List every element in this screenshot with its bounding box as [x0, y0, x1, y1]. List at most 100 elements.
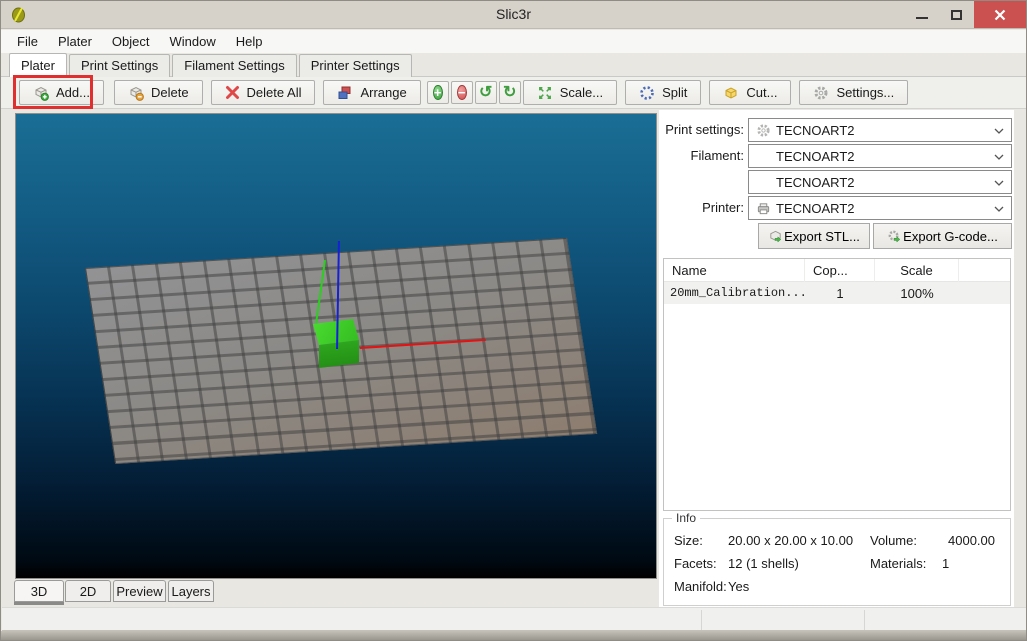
object-scale-cell: 100%	[900, 285, 934, 301]
facets-value: 12 (1 shells)	[728, 556, 799, 571]
status-bar-divider	[864, 610, 865, 630]
scale-icon	[538, 86, 551, 99]
facets-label: Facets:	[674, 556, 717, 571]
scale-button[interactable]: Scale...	[522, 80, 618, 105]
menu-object[interactable]: Object	[102, 32, 160, 51]
tab-filament-settings[interactable]: Filament Settings	[172, 54, 297, 77]
materials-value: 1	[942, 556, 950, 571]
delete-all-icon	[225, 86, 239, 99]
printer-icon	[754, 201, 772, 216]
split-button[interactable]: Split	[625, 80, 702, 105]
cut-icon	[725, 86, 737, 99]
tab-print-settings[interactable]: Print Settings	[68, 54, 171, 77]
add-object-icon	[35, 86, 49, 101]
rotate-ccw-button[interactable]: ↺	[474, 81, 497, 104]
chevron-down-icon	[994, 154, 1004, 160]
tab-plater[interactable]: Plater	[9, 53, 67, 77]
volume-value: 4000.00	[948, 533, 995, 548]
delete-all-button-label: Delete All	[246, 85, 302, 100]
scale-button-label: Scale...	[559, 85, 604, 100]
printer-value: TECNOART2	[776, 200, 855, 216]
minimize-button[interactable]	[904, 1, 939, 28]
split-icon	[640, 85, 654, 100]
materials-label: Materials:	[870, 556, 927, 571]
manifold-value: Yes	[728, 579, 750, 594]
manifold-label: Manifold:	[674, 579, 727, 594]
menu-file[interactable]: File	[7, 32, 48, 51]
viewport-3d[interactable]	[15, 113, 657, 579]
print-settings-row: Print settings: TECNOART2	[659, 118, 1014, 142]
active-view-tab-indicator	[14, 602, 64, 605]
maximize-icon	[951, 9, 962, 20]
filament-row-2: TECNOART2	[659, 170, 1014, 194]
settings-button[interactable]: Settings...	[799, 80, 909, 105]
settings-tabs: Plater Print Settings Filament Settings …	[9, 53, 414, 77]
printer-label: Printer:	[702, 200, 744, 215]
delete-object-icon	[130, 86, 144, 101]
tab-2d[interactable]: 2D	[65, 580, 111, 602]
size-label: Size:	[674, 533, 703, 548]
export-gcode-label: Export G-code...	[903, 228, 998, 244]
tab-layers[interactable]: Layers	[168, 580, 214, 602]
delete-button[interactable]: Delete	[113, 80, 203, 105]
filament-value-1: TECNOART2	[776, 148, 855, 164]
right-panel: Print settings: TECNOART2 Filament: TECN…	[659, 110, 1014, 607]
export-stl-icon	[770, 230, 782, 242]
app-window: Slic3r File Plater Object Window Help Pl…	[0, 0, 1027, 641]
increase-copies-button[interactable]: +	[426, 81, 449, 104]
rotate-cw-button[interactable]: ↻	[498, 81, 521, 104]
rotate-cw-icon: ↻	[503, 83, 517, 101]
gear-icon	[754, 123, 772, 138]
filament-label: Filament:	[690, 148, 744, 163]
filament-dropdown-2[interactable]: TECNOART2	[748, 170, 1012, 194]
export-gcode-button[interactable]: Export G-code...	[873, 223, 1012, 249]
menu-window[interactable]: Window	[160, 32, 226, 51]
window-title: Slic3r	[495, 6, 531, 22]
delete-all-button[interactable]: Delete All	[210, 80, 316, 105]
close-button[interactable]	[974, 1, 1026, 28]
arrange-button[interactable]: Arrange	[323, 80, 421, 105]
export-stl-button[interactable]: Export STL...	[758, 223, 870, 249]
table-row[interactable]: 20mm_Calibration... 1 100%	[664, 282, 1010, 304]
cut-button[interactable]: Cut...	[709, 80, 792, 105]
filament-dropdown-1[interactable]: TECNOART2	[748, 144, 1012, 168]
filament-value-2: TECNOART2	[776, 174, 855, 190]
chevron-down-icon	[994, 128, 1004, 134]
add-button[interactable]: Add...	[19, 80, 104, 105]
tab-3d[interactable]: 3D	[14, 580, 64, 602]
arrange-button-label: Arrange	[360, 85, 407, 100]
column-header-name[interactable]: Name	[664, 258, 805, 282]
filament-row-1: Filament: TECNOART2	[659, 144, 1014, 168]
plus-icon: +	[432, 85, 443, 100]
object-name-cell: 20mm_Calibration...	[670, 286, 807, 300]
title-bar[interactable]: Slic3r	[1, 1, 1026, 29]
object-list-table[interactable]: Name Cop... Scale 20mm_Calibration... 1 …	[663, 258, 1011, 511]
toolbar: Add... Delete Delete All Arrange + − ↺ ↻…	[1, 76, 1026, 109]
menu-help[interactable]: Help	[226, 32, 273, 51]
volume-label: Volume:	[870, 533, 917, 548]
rotate-ccw-icon: ↺	[479, 83, 493, 101]
printer-row: Printer: TECNOART2	[659, 196, 1014, 220]
info-group-title: Info	[672, 511, 701, 525]
menu-plater[interactable]: Plater	[48, 32, 102, 51]
table-header-row: Name Cop... Scale	[664, 258, 1010, 282]
chevron-down-icon	[994, 180, 1004, 186]
print-settings-dropdown[interactable]: TECNOART2	[748, 118, 1012, 142]
printer-dropdown[interactable]: TECNOART2	[748, 196, 1012, 220]
maximize-button[interactable]	[939, 1, 974, 28]
minimize-icon	[915, 16, 928, 19]
settings-button-label: Settings...	[836, 85, 895, 100]
print-settings-value: TECNOART2	[776, 122, 855, 138]
tab-printer-settings[interactable]: Printer Settings	[298, 54, 412, 77]
column-header-copies[interactable]: Cop...	[805, 258, 875, 282]
menu-bar: File Plater Object Window Help	[1, 30, 1026, 53]
cut-button-label: Cut...	[746, 85, 778, 100]
status-bar-divider	[701, 610, 702, 630]
window-controls	[904, 1, 1026, 28]
print-settings-label: Print settings:	[665, 122, 744, 137]
info-group-box: Info Size: 20.00 x 20.00 x 10.00 Volume:…	[663, 511, 1011, 606]
decrease-copies-button[interactable]: −	[450, 81, 473, 104]
column-header-scale[interactable]: Scale	[875, 258, 959, 282]
split-button-label: Split	[662, 85, 688, 100]
tab-preview[interactable]: Preview	[113, 580, 166, 602]
